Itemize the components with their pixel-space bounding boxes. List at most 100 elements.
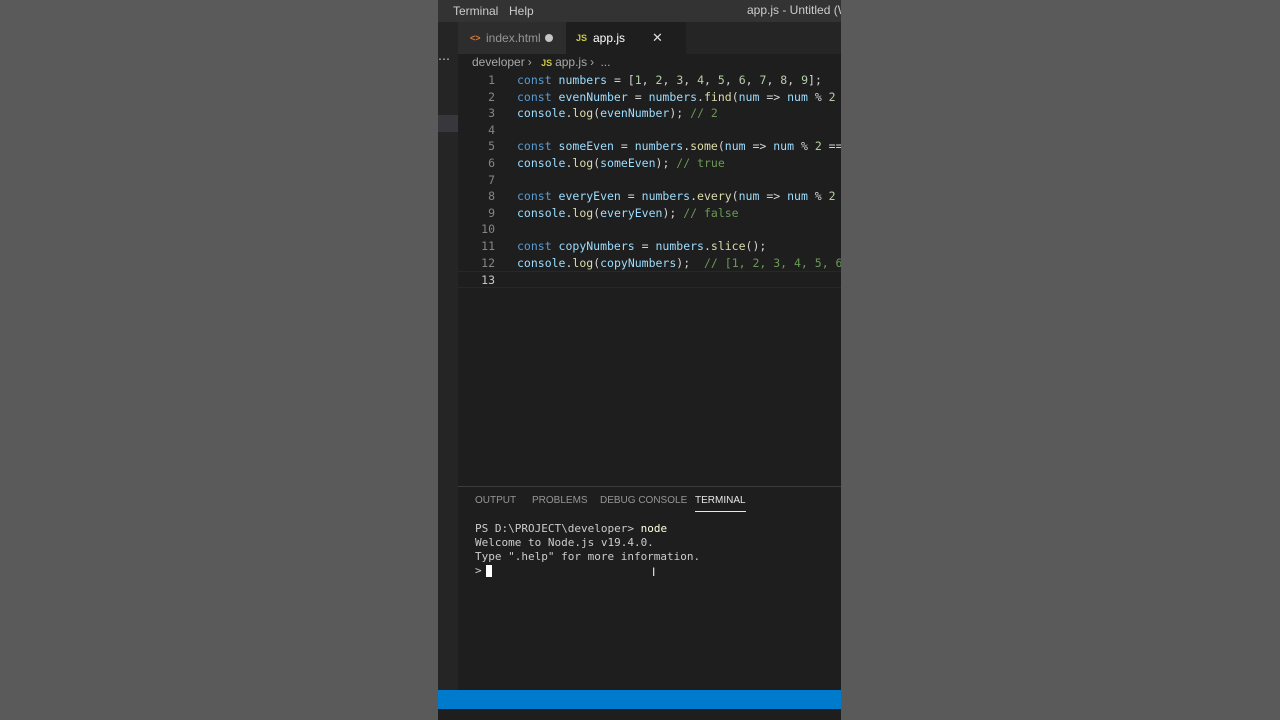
menu-help[interactable]: Help xyxy=(509,4,534,18)
code-token: 5 xyxy=(717,73,725,87)
breadcrumb-more[interactable]: ... xyxy=(600,55,610,69)
code-line[interactable]: 13 xyxy=(458,271,841,288)
code-token: num xyxy=(787,189,808,204)
code-token: = xyxy=(836,90,841,104)
code-token: % xyxy=(794,139,815,154)
code-token: ]; xyxy=(808,73,822,87)
code-token: const xyxy=(517,189,559,204)
code-token: numbers xyxy=(648,89,698,104)
code-token: log xyxy=(572,205,594,220)
code-token: someEven xyxy=(558,139,614,154)
code-token: , xyxy=(724,73,739,87)
code-line[interactable]: 1 const numbers = [1, 2, 3, 4, 5, 6, 7, 8… xyxy=(458,72,841,89)
code-token: ); xyxy=(662,205,684,220)
code-token: 2 xyxy=(814,139,822,154)
code-line[interactable]: 9 console.log(everyEven); // false xyxy=(458,205,841,222)
chevron-right-icon: › xyxy=(527,55,532,69)
menu-terminal[interactable]: Terminal xyxy=(453,4,498,18)
code-line[interactable]: 10 xyxy=(458,221,841,238)
breadcrumb-file[interactable]: app.js xyxy=(555,55,587,69)
code-line[interactable]: 7 xyxy=(458,172,841,189)
line-number: 8 xyxy=(488,189,495,204)
code-token: 4 xyxy=(697,73,705,87)
code-text: console.log(everyEven); // false xyxy=(517,205,739,222)
code-token: = xyxy=(634,239,656,253)
code-token: log xyxy=(572,106,594,121)
code-token: console xyxy=(517,255,566,270)
tab-app-js[interactable]: JS app.js ✕ xyxy=(566,22,686,54)
code-token: , xyxy=(683,73,698,87)
close-icon[interactable]: ✕ xyxy=(652,22,663,54)
chevron-right-icon: › xyxy=(590,55,595,69)
terminal-output-line: Welcome to Node.js v19.4.0. xyxy=(475,536,654,549)
code-token: num xyxy=(773,139,795,154)
code-line[interactable]: 11 const copyNumbers = numbers.slice(); xyxy=(458,238,841,255)
code-token: ( xyxy=(731,189,739,204)
code-token: find xyxy=(703,89,732,104)
code-line[interactable]: 4 xyxy=(458,122,841,139)
sidebar-edge: ⋯ xyxy=(438,22,458,695)
code-token: , xyxy=(787,73,802,87)
bottom-panel: OUTPUT PROBLEMS DEBUG CONSOLE TERMINAL P… xyxy=(458,486,841,691)
overflow-icon[interactable]: ⋯ xyxy=(438,52,450,66)
sidebar-selected-item[interactable] xyxy=(438,115,458,132)
tab-debug-console[interactable]: DEBUG CONSOLE xyxy=(600,495,687,506)
tab-output[interactable]: OUTPUT xyxy=(475,495,516,506)
terminal[interactable]: PS D:\PROJECT\developer> node Welcome to… xyxy=(475,522,700,578)
code-text: const numbers = [1, 2, 3, 4, 5, 6, 7, 8,… xyxy=(517,72,822,89)
breadcrumb: developer › JS app.js › ... xyxy=(472,55,613,71)
code-token: numbers xyxy=(634,139,684,154)
tab-problems[interactable]: PROBLEMS xyxy=(532,495,588,506)
code-line[interactable]: 2 const evenNumber = numbers.find(num => … xyxy=(458,89,841,106)
code-token: === xyxy=(828,139,841,154)
code-token: , xyxy=(766,73,781,87)
code-token: 2 xyxy=(828,89,836,104)
code-token: slice xyxy=(710,239,746,253)
taskbar-strip xyxy=(438,709,841,720)
line-number: 2 xyxy=(488,89,495,104)
code-token: // [1, 2, 3, 4, 5, 6, xyxy=(704,255,841,270)
code-token: numbers xyxy=(558,73,608,87)
code-line[interactable]: 6 console.log(someEven); // true xyxy=(458,155,841,172)
text-cursor-icon: I xyxy=(652,565,656,579)
code-token: ); xyxy=(655,156,677,170)
unsaved-dot-icon[interactable] xyxy=(545,34,553,42)
js-file-icon: JS xyxy=(541,58,553,68)
window-title: app.js - Untitled (Wc xyxy=(747,3,841,17)
code-token: some xyxy=(690,139,718,154)
code-token: ); xyxy=(669,106,691,121)
code-text: console.log(someEven); // true xyxy=(517,155,725,172)
tab-label: index.html xyxy=(486,31,541,45)
tab-index-html[interactable]: <> index.html xyxy=(458,22,566,54)
code-token: const xyxy=(517,239,559,253)
code-line[interactable]: 3 console.log(evenNumber); // 2 xyxy=(458,105,841,122)
code-text: console.log(copyNumbers); // [1, 2, 3, 4… xyxy=(517,255,841,272)
code-token: = xyxy=(836,189,841,203)
code-token: log xyxy=(572,255,594,270)
code-text: const evenNumber = numbers.find(num => n… xyxy=(517,89,841,106)
code-line[interactable]: 12 console.log(copyNumbers); // [1, 2, 3,… xyxy=(458,255,841,272)
code-editor[interactable]: 1 const numbers = [1, 2, 3, 4, 5, 6, 7, 8… xyxy=(458,72,841,486)
code-token: evenNumber xyxy=(558,89,628,104)
terminal-prompt-line: PS D:\PROJECT\developer> node xyxy=(475,522,700,536)
line-number: 3 xyxy=(488,106,495,121)
tab-terminal[interactable]: TERMINAL xyxy=(695,495,746,512)
code-token: => xyxy=(745,139,774,154)
terminal-prompt: PS D:\PROJECT\developer> xyxy=(475,522,634,535)
code-token: , xyxy=(662,73,677,87)
code-line[interactable]: 8 const everyEven = numbers.every(num => … xyxy=(458,188,841,205)
code-token: = [ xyxy=(607,73,635,87)
code-token: , xyxy=(641,73,656,87)
breadcrumb-folder[interactable]: developer xyxy=(472,55,525,69)
code-line[interactable]: 5 const someEven = numbers.some(num => nu… xyxy=(458,138,841,155)
code-token: const xyxy=(517,89,559,104)
code-token: % xyxy=(807,89,829,104)
code-token: 9 xyxy=(801,73,809,87)
code-token: ( xyxy=(731,89,739,104)
code-text: const someEven = numbers.some(num => num… xyxy=(517,138,841,155)
background-right xyxy=(841,0,1280,720)
line-number: 13 xyxy=(481,273,495,288)
code-token: ( xyxy=(717,139,725,154)
code-token: numbers xyxy=(655,239,704,253)
code-token: 1 xyxy=(634,73,642,87)
